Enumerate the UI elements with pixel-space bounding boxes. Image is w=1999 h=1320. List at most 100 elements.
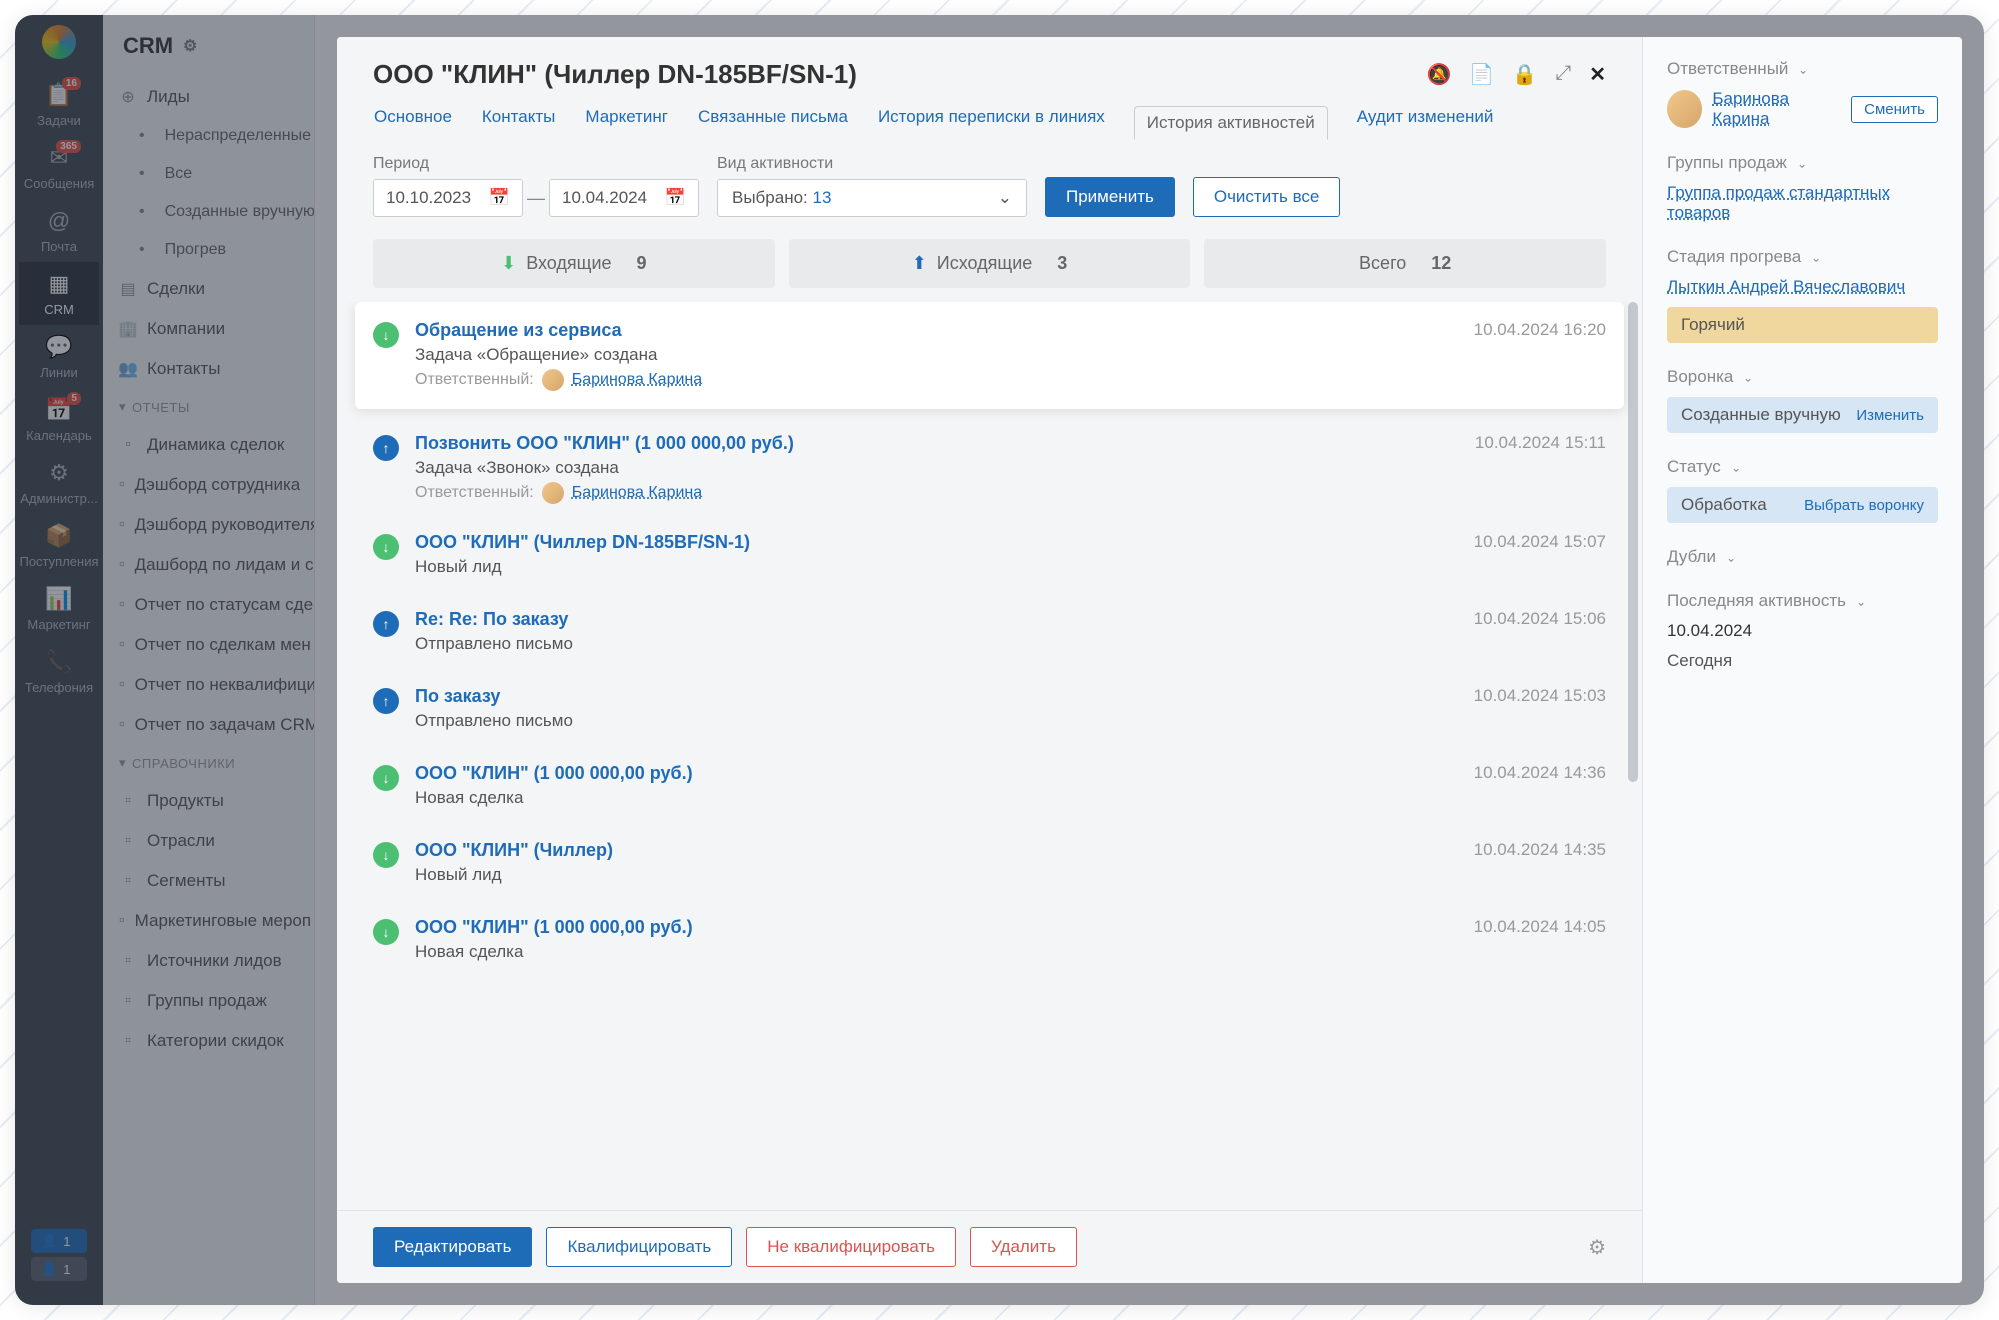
chevron-down-icon: ⌄ <box>998 188 1012 208</box>
timeline-dot-icon: ↓ <box>373 842 399 868</box>
timeline-item[interactable]: ↑ Позвонить ООО "КЛИН" (1 000 000,00 руб.… <box>373 419 1606 518</box>
delete-button[interactable]: Удалить <box>970 1227 1077 1267</box>
last-activity-word: Сегодня <box>1667 651 1938 671</box>
copy-icon[interactable]: 📄 <box>1469 62 1494 87</box>
timeline-time: 10.04.2024 14:35 <box>1474 840 1606 889</box>
download-icon: ⬇ <box>501 253 516 274</box>
timeline-dot-icon: ↓ <box>373 322 399 348</box>
timeline-time: 10.04.2024 15:06 <box>1474 609 1606 658</box>
timeline-time: 10.04.2024 14:05 <box>1474 917 1606 966</box>
modal-title: ООО "КЛИН" (Чиллер DN-185BF/SN-1) <box>373 59 857 90</box>
type-label: Вид активности <box>717 155 1027 173</box>
tab[interactable]: Маркетинг <box>584 106 669 139</box>
tab[interactable]: Связанные письма <box>697 106 849 139</box>
timeline-sub: Новый лид <box>415 865 1458 885</box>
qualify-button[interactable]: Квалифицировать <box>546 1227 732 1267</box>
timeline-title: ООО "КЛИН" (1 000 000,00 руб.) <box>415 917 1458 938</box>
timeline-item[interactable]: ↓ ООО "КЛИН" (Чиллер DN-185BF/SN-1) Новый … <box>373 518 1606 595</box>
lock-icon[interactable]: 🔒 <box>1512 62 1537 87</box>
edit-button[interactable]: Редактировать <box>373 1227 532 1267</box>
timeline-time: 10.04.2024 16:20 <box>1474 320 1606 391</box>
status-chip: ОбработкаВыбрать воронку <box>1667 487 1938 523</box>
change-responsible-button[interactable]: Сменить <box>1851 96 1938 123</box>
avatar <box>1667 90 1702 128</box>
timeline-sub: Новая сделка <box>415 942 1458 962</box>
timeline-time: 10.04.2024 15:11 <box>1475 433 1606 504</box>
timeline-dot-icon: ↑ <box>373 435 399 461</box>
clear-button[interactable]: Очистить все <box>1193 177 1341 217</box>
stat-incoming[interactable]: ⬇Входящие 9 <box>373 239 775 288</box>
funnel-chip: Созданные вручнуюИзменить <box>1667 397 1938 433</box>
disqualify-button[interactable]: Не квалифицировать <box>746 1227 956 1267</box>
stat-total[interactable]: Всего 12 <box>1204 239 1606 288</box>
calendar-icon: 📅 <box>489 188 510 208</box>
timeline-title: Re: Re: По заказу <box>415 609 1458 630</box>
stat-outgoing[interactable]: ⬆Исходящие 3 <box>789 239 1191 288</box>
timeline-item[interactable]: ↑По заказуОтправлено письмо10.04.2024 15… <box>373 672 1606 749</box>
date-separator: — <box>523 188 549 209</box>
timeline-dot-icon: ↑ <box>373 688 399 714</box>
tab[interactable]: Контакты <box>481 106 556 139</box>
timeline-time: 10.04.2024 14:36 <box>1474 763 1606 812</box>
sales-group-link[interactable]: Группа продаж стандартных товаров <box>1667 183 1938 223</box>
timeline-dot-icon: ↑ <box>373 611 399 637</box>
tab[interactable]: История активностей <box>1134 106 1328 140</box>
sp-groups-title[interactable]: Группы продаж <box>1667 153 1938 173</box>
timeline-title: По заказу <box>415 686 1458 707</box>
avatar <box>542 482 564 504</box>
timeline-dot-icon: ↓ <box>373 919 399 945</box>
upload-icon: ⬆ <box>912 253 927 274</box>
expand-icon[interactable]: ⤢ <box>1555 62 1571 87</box>
sp-last-title[interactable]: Последняя активность <box>1667 591 1938 611</box>
tabs: Основное Контакты Маркетинг Связанные письм… <box>337 90 1642 139</box>
timeline-title: Обращение из сервиса <box>415 320 1458 341</box>
tab[interactable]: История переписки в линиях <box>877 106 1106 139</box>
last-activity-date: 10.04.2024 <box>1667 621 1938 641</box>
timeline-dot-icon: ↓ <box>373 534 399 560</box>
timeline-sub: Новый лид <box>415 557 1458 577</box>
tab[interactable]: Основное <box>373 106 453 139</box>
timeline-title: Позвонить ООО "КЛИН" (1 000 000,00 руб.) <box>415 433 1459 454</box>
bell-off-icon[interactable]: 🔕 <box>1427 62 1452 87</box>
timeline-title: ООО "КЛИН" (1 000 000,00 руб.) <box>415 763 1458 784</box>
modal: ООО "КЛИН" (Чиллер DN-185BF/SN-1) 🔕 📄 🔒 … <box>337 37 1962 1283</box>
timeline-item[interactable]: ↓ ООО "КЛИН" (1 000 000,00 руб.) Новая сде… <box>373 749 1606 826</box>
settings-icon[interactable]: ⚙ <box>1588 1235 1606 1260</box>
funnel-change-link[interactable]: Изменить <box>1856 407 1924 424</box>
timeline-item[interactable]: ↑ Re: Re: По заказу Отправлено письмо 10.04… <box>373 595 1606 672</box>
sp-stage-title[interactable]: Стадия прогрева <box>1667 247 1938 267</box>
timeline-time: 10.04.2024 15:07 <box>1474 532 1606 581</box>
stage-chip: Горячий <box>1667 307 1938 343</box>
timeline-sub: Новая сделка <box>415 788 1458 808</box>
tab[interactable]: Аудит изменений <box>1356 106 1495 139</box>
period-label: Период <box>373 155 699 173</box>
sp-responsible-title[interactable]: Ответственный <box>1667 59 1938 79</box>
timeline-sub: Отправлено письмо <box>415 634 1458 654</box>
filter-bar: Период 10.10.2023📅 — 10.04.2024📅 Вид акт… <box>337 139 1642 233</box>
sp-status-title[interactable]: Статус <box>1667 457 1938 477</box>
activity-type-select[interactable]: Выбрано: 13 ⌄ <box>717 179 1027 217</box>
timeline-item[interactable]: ↓ ООО "КЛИН" (Чиллер) Новый лид 10.04.2024 … <box>373 826 1606 903</box>
modal-header-actions: 🔕 📄 🔒 ⤢ ✕ <box>1427 62 1606 87</box>
status-select-link[interactable]: Выбрать воронку <box>1804 497 1924 514</box>
calendar-icon: 📅 <box>665 188 686 208</box>
stage-person[interactable]: Лыткин Андрей Вячеславович <box>1667 277 1938 297</box>
modal-footer: Редактировать Квалифицировать Не квалифи… <box>337 1210 1642 1283</box>
timeline-title: ООО "КЛИН" (Чиллер DN-185BF/SN-1) <box>415 532 1458 553</box>
avatar <box>542 369 564 391</box>
timeline-item[interactable]: ↓ ООО "КЛИН" (1 000 000,00 руб.) Новая сде… <box>373 903 1606 980</box>
responsible-name[interactable]: Баринова Карина <box>1712 89 1841 129</box>
timeline-title: ООО "КЛИН" (Чиллер) <box>415 840 1458 861</box>
apply-button[interactable]: Применить <box>1045 177 1175 217</box>
scrollbar-thumb[interactable] <box>1628 302 1638 782</box>
sp-funnel-title[interactable]: Воронка <box>1667 367 1938 387</box>
responsible-link[interactable]: Баринова Карина <box>572 484 702 502</box>
date-to-input[interactable]: 10.04.2024📅 <box>549 179 699 217</box>
sp-dup-title[interactable]: Дубли <box>1667 547 1938 567</box>
timeline-time: 10.04.2024 15:03 <box>1474 686 1606 735</box>
timeline-item[interactable]: ↓Обращение из сервисаЗадача «Обращение» … <box>355 302 1624 409</box>
date-from-input[interactable]: 10.10.2023📅 <box>373 179 523 217</box>
responsible-link[interactable]: Баринова Карина <box>572 371 702 389</box>
close-icon[interactable]: ✕ <box>1589 62 1606 87</box>
timeline-dot-icon: ↓ <box>373 765 399 791</box>
